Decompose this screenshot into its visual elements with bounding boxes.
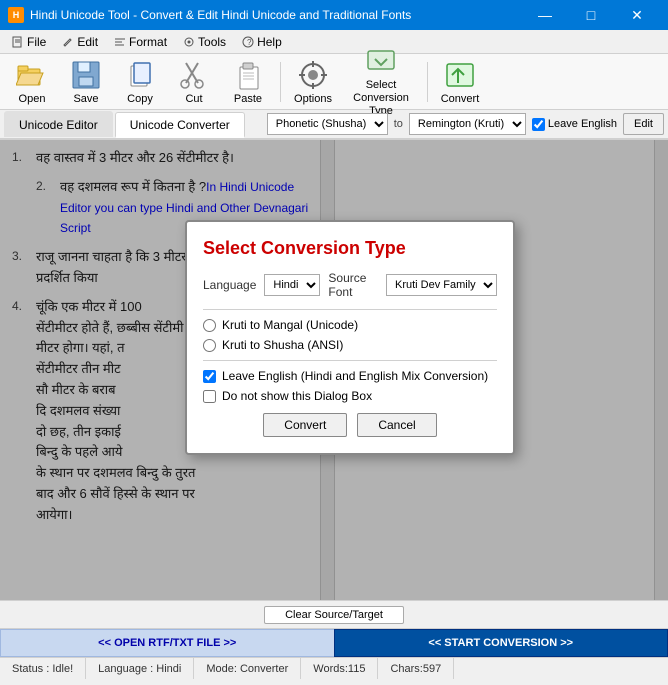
modal-leave-english-row: Leave English (Hindi and English Mix Con…: [203, 369, 497, 383]
menu-help[interactable]: ? Help: [234, 30, 290, 53]
select-conversion-modal: Select Conversion Type Language Hindi So…: [185, 220, 515, 455]
menu-edit[interactable]: Edit: [54, 30, 106, 53]
modal-divider-2: [203, 360, 497, 361]
clear-source-target-button[interactable]: Clear Source/Target: [264, 606, 404, 624]
leave-english-label: Leave English: [548, 118, 617, 130]
svg-text:?: ?: [247, 38, 252, 47]
tab-unicode-editor[interactable]: Unicode Editor: [4, 111, 113, 137]
toolbar-separator-2: [427, 62, 428, 102]
clear-button-row: Clear Source/Target: [0, 601, 668, 629]
options-icon: [297, 59, 329, 91]
status-words: Words:115: [301, 658, 378, 679]
kruti-to-mangal-radio[interactable]: [203, 319, 216, 332]
file-action-row: << OPEN RTF/TXT FILE >> << START CONVERS…: [0, 629, 668, 657]
edit-icon: [62, 36, 74, 48]
paste-button[interactable]: Paste: [222, 58, 274, 106]
kruti-to-shusha-label: Kruti to Shusha (ANSI): [222, 338, 343, 352]
modal-leave-english-checkbox[interactable]: [203, 370, 216, 383]
convert-icon: [444, 59, 476, 91]
menu-format-label: Format: [129, 35, 167, 49]
select-conversion-button[interactable]: Select Conversion Type: [341, 58, 421, 106]
menu-file-label: File: [27, 35, 46, 49]
modal-do-not-show-checkbox[interactable]: [203, 390, 216, 403]
copy-icon: [124, 59, 156, 91]
modal-buttons: Convert Cancel: [203, 413, 497, 437]
modal-title: Select Conversion Type: [203, 238, 497, 259]
menu-tools[interactable]: Tools: [175, 30, 234, 53]
status-language: Language : Hindi: [86, 658, 194, 679]
toolbar-separator-1: [280, 62, 281, 102]
select-conversion-icon: [365, 45, 397, 77]
window-controls: — □ ✕: [522, 0, 660, 30]
maximize-button[interactable]: □: [568, 0, 614, 30]
menu-tools-label: Tools: [198, 35, 226, 49]
close-button[interactable]: ✕: [614, 0, 660, 30]
save-button[interactable]: Save: [60, 58, 112, 106]
bottom-bar: Clear Source/Target << OPEN RTF/TXT FILE…: [0, 600, 668, 657]
open-rtf-button[interactable]: << OPEN RTF/TXT FILE >>: [0, 629, 334, 657]
start-conversion-button[interactable]: << START CONVERSION >>: [334, 629, 668, 657]
app-icon: H: [8, 7, 24, 23]
title-text: Hindi Unicode Tool - Convert & Edit Hind…: [30, 8, 411, 22]
edit-button[interactable]: Edit: [623, 113, 664, 135]
menu-bar: File Edit Format Tools ? Help: [0, 30, 668, 54]
status-mode: Mode: Converter: [194, 658, 301, 679]
convert-button[interactable]: Convert: [434, 58, 486, 106]
status-idle: Status : Idle!: [0, 658, 86, 679]
language-label: Language: [203, 278, 256, 292]
language-select[interactable]: Hindi: [264, 274, 320, 296]
help-icon: ?: [242, 36, 254, 48]
source-font-select[interactable]: Phonetic (Shusha): [267, 113, 388, 135]
modal-divider-1: [203, 309, 497, 310]
open-icon: [16, 59, 48, 91]
paste-icon: [232, 59, 264, 91]
leave-english-checkbox[interactable]: [532, 118, 545, 131]
modal-do-not-show-row: Do not show this Dialog Box: [203, 389, 497, 403]
source-font-modal-select[interactable]: Kruti Dev Family: [386, 274, 497, 296]
modal-radio-1-row: Kruti to Mangal (Unicode): [203, 318, 497, 332]
menu-format[interactable]: Format: [106, 30, 175, 53]
source-font-label: Source Font: [328, 271, 378, 299]
file-icon: [12, 36, 24, 48]
menu-help-label: Help: [257, 35, 282, 49]
to-arrow-label: to: [394, 118, 403, 130]
status-chars: Chars:597: [378, 658, 454, 679]
target-font-select[interactable]: Remington (Kruti): [409, 113, 526, 135]
save-icon: [70, 59, 102, 91]
modal-radio-2-row: Kruti to Shusha (ANSI): [203, 338, 497, 352]
modal-do-not-show-label: Do not show this Dialog Box: [222, 389, 372, 403]
title-bar: H Hindi Unicode Tool - Convert & Edit Hi…: [0, 0, 668, 30]
menu-file[interactable]: File: [4, 30, 54, 53]
tab-bar: Unicode Editor Unicode Converter Phoneti…: [0, 110, 668, 140]
cut-icon: [178, 59, 210, 91]
title-bar-left: H Hindi Unicode Tool - Convert & Edit Hi…: [8, 7, 411, 23]
cut-button[interactable]: Cut: [168, 58, 220, 106]
toolbar: Open Save Copy Cut Paste Options Se: [0, 54, 668, 110]
converter-controls: Phonetic (Shusha) to Remington (Kruti) L…: [267, 113, 664, 135]
modal-overlay: Select Conversion Type Language Hindi So…: [0, 140, 668, 600]
open-button[interactable]: Open: [6, 58, 58, 106]
modal-convert-button[interactable]: Convert: [263, 413, 347, 437]
format-icon: [114, 36, 126, 48]
status-bar: Status : Idle! Language : Hindi Mode: Co…: [0, 657, 668, 679]
copy-button[interactable]: Copy: [114, 58, 166, 106]
kruti-to-mangal-label: Kruti to Mangal (Unicode): [222, 318, 358, 332]
tab-unicode-converter[interactable]: Unicode Converter: [115, 112, 245, 138]
main-content: 1. वह वास्तव में 3 मीटर और 26 सेंटीमीटर …: [0, 140, 668, 600]
modal-language-row: Language Hindi Source Font Kruti Dev Fam…: [203, 271, 497, 299]
modal-leave-english-label: Leave English (Hindi and English Mix Con…: [222, 369, 488, 383]
menu-edit-label: Edit: [77, 35, 98, 49]
leave-english-checkbox-group: Leave English: [532, 118, 617, 131]
modal-cancel-button[interactable]: Cancel: [357, 413, 436, 437]
kruti-to-shusha-radio[interactable]: [203, 339, 216, 352]
tools-icon: [183, 36, 195, 48]
options-button[interactable]: Options: [287, 58, 339, 106]
minimize-button[interactable]: —: [522, 0, 568, 30]
